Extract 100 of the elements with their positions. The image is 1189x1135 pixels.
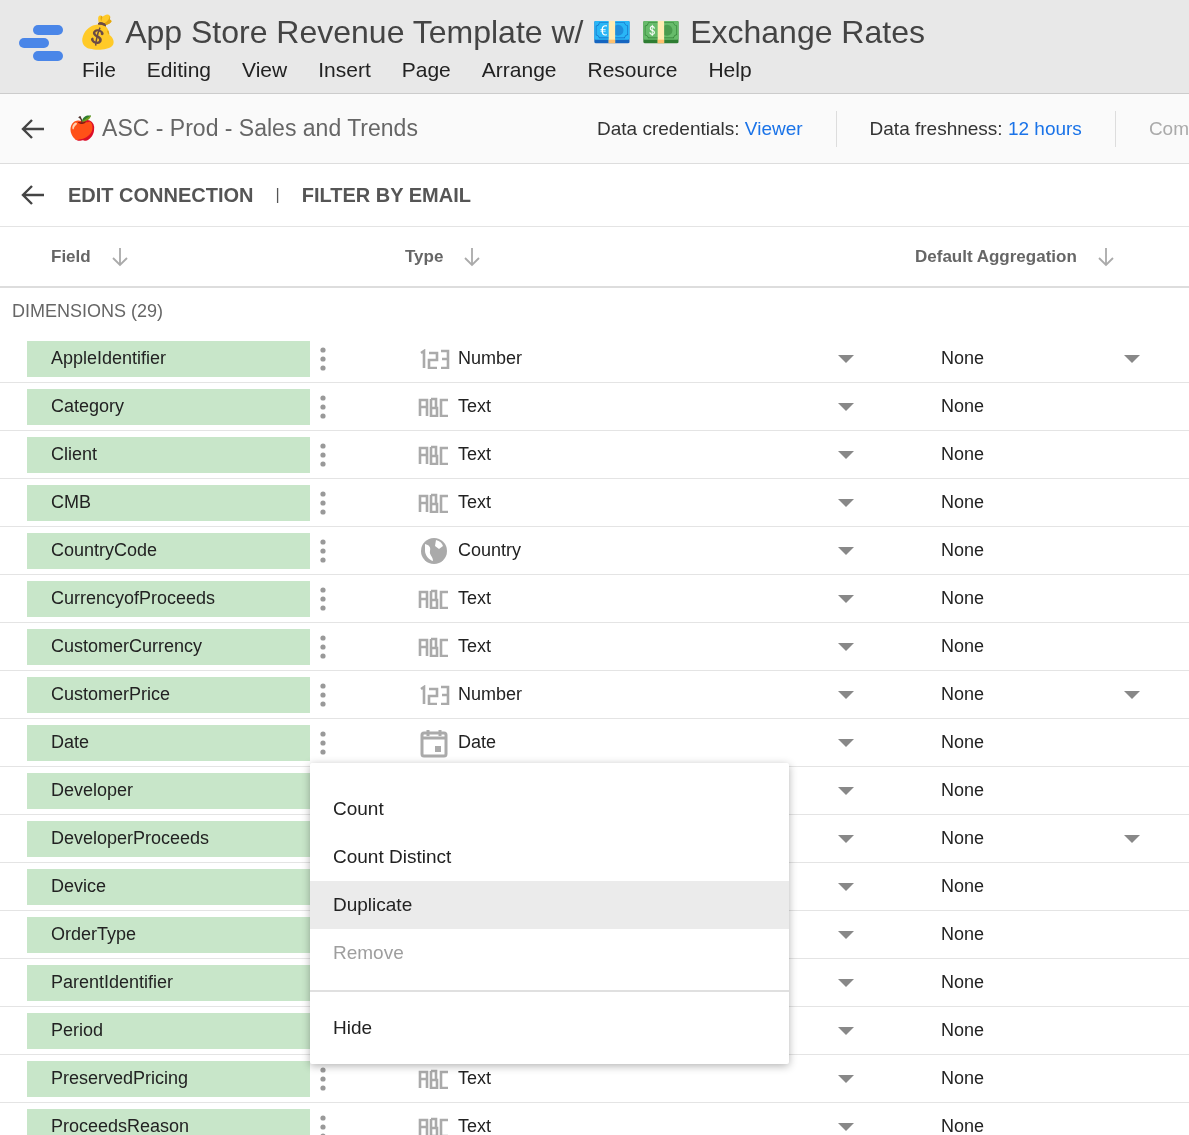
menu-option[interactable]: Duplicate bbox=[310, 881, 789, 929]
aggregation-label: None bbox=[941, 492, 985, 512]
aggregation-dropdown-caret-icon[interactable] bbox=[1124, 689, 1140, 700]
back-button[interactable] bbox=[20, 116, 46, 141]
type-label: Date bbox=[458, 732, 497, 752]
section-label: DIMENSIONS (29) bbox=[12, 301, 164, 322]
menu-item[interactable]: Resource bbox=[587, 58, 678, 82]
type-dropdown-caret-icon[interactable] bbox=[838, 353, 854, 364]
calendar-icon bbox=[419, 727, 449, 758]
menu-item[interactable]: Help bbox=[708, 58, 752, 82]
sort-arrow-icon bbox=[463, 246, 482, 267]
menu-item[interactable]: View bbox=[242, 58, 288, 82]
aggregation-dropdown-caret-icon[interactable] bbox=[1124, 353, 1140, 364]
back-button[interactable] bbox=[20, 183, 46, 207]
type-label: Text bbox=[458, 636, 491, 656]
back-arrow-icon bbox=[20, 183, 46, 207]
aggregation-dropdown-caret-icon[interactable] bbox=[1124, 833, 1140, 844]
aggregation-label: None bbox=[941, 876, 985, 896]
type-dropdown-caret-icon[interactable] bbox=[838, 689, 854, 700]
field-chip[interactable]: Developer bbox=[27, 772, 310, 809]
type-dropdown-caret-icon[interactable] bbox=[838, 1121, 854, 1132]
aggregation-label: None bbox=[941, 1116, 985, 1135]
type-dropdown-caret-icon[interactable] bbox=[838, 497, 854, 508]
sort-arrow-icon bbox=[110, 246, 129, 267]
number-type-icon bbox=[418, 348, 450, 369]
column-header[interactable]: Default Aggregation bbox=[915, 246, 1115, 267]
field-chip[interactable]: CMB bbox=[27, 484, 310, 521]
aggregation-label: None bbox=[941, 924, 985, 944]
edit-connection-button[interactable]: EDIT CONNECTION bbox=[68, 183, 254, 207]
menu-item[interactable]: Page bbox=[401, 58, 451, 82]
type-label: Text bbox=[458, 588, 491, 608]
field-chip[interactable]: Client bbox=[27, 436, 310, 473]
text-type-icon bbox=[418, 1068, 450, 1089]
type-dropdown-caret-icon[interactable] bbox=[838, 449, 854, 460]
type-dropdown-caret-icon[interactable] bbox=[838, 833, 854, 844]
menu-option[interactable]: Count bbox=[310, 785, 789, 833]
menu-option[interactable]: Hide bbox=[310, 992, 789, 1064]
type-dropdown-caret-icon[interactable] bbox=[838, 881, 854, 892]
type-label: Number bbox=[458, 348, 523, 368]
menu-item[interactable]: File bbox=[82, 58, 116, 82]
field-chip[interactable]: CustomerPrice bbox=[27, 676, 310, 713]
aggregation-label: None bbox=[941, 828, 985, 848]
report-title[interactable]: 💰 App Store Revenue Template w/ 💶 💵 Exchange Rates bbox=[78, 12, 925, 52]
type-label: Number bbox=[458, 684, 523, 704]
text-type-icon bbox=[418, 588, 450, 609]
field-chip[interactable]: Date bbox=[27, 724, 310, 761]
type-dropdown-caret-icon[interactable] bbox=[838, 1025, 854, 1036]
type-dropdown-caret-icon[interactable] bbox=[838, 785, 854, 796]
menu-item[interactable]: Arrange bbox=[481, 58, 557, 82]
data-source-name: 🍎 ASC - Prod - Sales and Trends bbox=[68, 115, 419, 142]
back-arrow-icon bbox=[20, 116, 46, 141]
separator: | bbox=[275, 186, 280, 204]
aggregation-label: None bbox=[941, 396, 985, 416]
menu-item[interactable]: Insert bbox=[318, 58, 371, 82]
type-label: Text bbox=[458, 492, 491, 512]
type-dropdown-caret-icon[interactable] bbox=[838, 401, 854, 412]
aggregation-label: None bbox=[941, 780, 985, 800]
type-dropdown-caret-icon[interactable] bbox=[838, 641, 854, 652]
aggregation-label: None bbox=[941, 972, 985, 992]
type-dropdown-caret-icon[interactable] bbox=[838, 1073, 854, 1084]
type-dropdown-caret-icon[interactable] bbox=[838, 977, 854, 988]
field-chip[interactable]: CurrencyofProceeds bbox=[27, 580, 310, 617]
sort-arrow-icon bbox=[1096, 246, 1115, 267]
field-chip[interactable]: DeveloperProceeds bbox=[27, 820, 310, 857]
field-chip[interactable]: CountryCode bbox=[27, 532, 310, 569]
column-header[interactable]: Type bbox=[405, 246, 482, 267]
type-dropdown-caret-icon[interactable] bbox=[838, 929, 854, 940]
text-type-icon bbox=[418, 636, 450, 657]
text-type-icon bbox=[418, 1116, 450, 1135]
aggregation-label: None bbox=[941, 540, 985, 560]
field-chip[interactable]: Device bbox=[27, 868, 310, 905]
field-chip[interactable]: ParentIdentifier bbox=[27, 964, 310, 1001]
type-dropdown-caret-icon[interactable] bbox=[838, 593, 854, 604]
field-chip[interactable]: CustomerCurrency bbox=[27, 628, 310, 665]
aggregation-label: None bbox=[941, 1068, 985, 1088]
field-chip[interactable]: PreservedPricing bbox=[27, 1060, 310, 1097]
text-type-icon bbox=[418, 444, 450, 465]
menu-option[interactable]: Count Distinct bbox=[310, 833, 789, 881]
type-dropdown-caret-icon[interactable] bbox=[838, 545, 854, 556]
type-label: Text bbox=[458, 444, 491, 464]
field-chip[interactable]: ProceedsReason bbox=[27, 1108, 310, 1135]
number-type-icon bbox=[418, 684, 450, 705]
data-credentials: Data credentials: Viewer bbox=[595, 117, 804, 140]
credentials-link[interactable]: Viewer bbox=[744, 117, 803, 139]
aggregation-label: None bbox=[941, 636, 985, 656]
globe-icon bbox=[419, 535, 449, 566]
freshness-link[interactable]: 12 hours bbox=[1007, 117, 1082, 139]
field-chip[interactable]: OrderType bbox=[27, 916, 310, 953]
type-label: Text bbox=[458, 1116, 491, 1135]
type-label: Text bbox=[458, 1068, 491, 1088]
aggregation-label: None bbox=[941, 444, 985, 464]
logo-icon[interactable] bbox=[19, 24, 63, 62]
type-dropdown-caret-icon[interactable] bbox=[838, 737, 854, 748]
field-chip[interactable]: Period bbox=[27, 1012, 310, 1049]
column-header[interactable]: Field bbox=[51, 246, 129, 267]
field-chip[interactable]: AppleIdentifier bbox=[27, 340, 310, 377]
filter-by-email-button[interactable]: FILTER BY EMAIL bbox=[301, 183, 471, 207]
field-chip[interactable]: Category bbox=[27, 388, 310, 425]
aggregation-label: None bbox=[941, 588, 985, 608]
menu-item[interactable]: Editing bbox=[146, 58, 212, 82]
